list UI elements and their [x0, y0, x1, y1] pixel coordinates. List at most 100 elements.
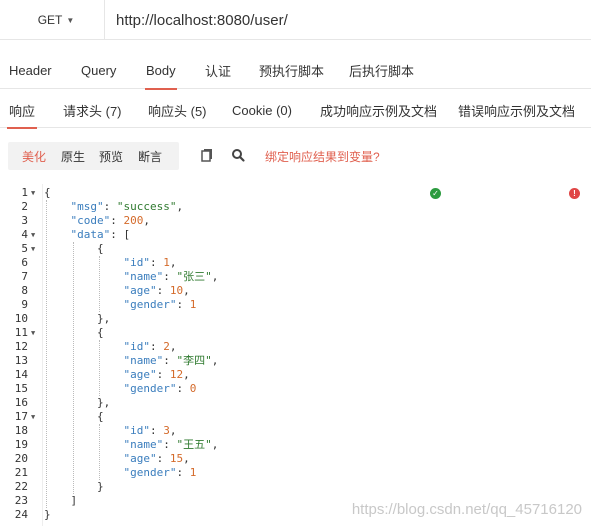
- json-key: "gender": [123, 382, 177, 395]
- code-text: "gender": 1: [124, 298, 197, 312]
- code-line: 12 "id": 2,: [0, 340, 591, 354]
- code-line: 11 ▼ {: [0, 326, 591, 340]
- line-number: 15: [14, 382, 28, 395]
- code-line: 18 "id": 3,: [0, 424, 591, 438]
- view-assert-button[interactable]: 断言: [138, 142, 162, 170]
- copy-icon[interactable]: [199, 147, 215, 163]
- line-number: 2: [21, 200, 28, 213]
- fold-toggle-icon[interactable]: ▼: [31, 410, 35, 424]
- code-text: }: [44, 508, 51, 522]
- code-text: "id": 2,: [124, 340, 177, 354]
- indent-guide: [99, 340, 100, 396]
- response-body-editor[interactable]: https://blog.csdn.net/qq_45716120 1 ▼{2 "m…: [0, 184, 591, 526]
- json-key: "name": [123, 438, 164, 451]
- code-text: "gender": 0: [124, 382, 197, 396]
- fold-toggle-icon[interactable]: ▼: [31, 186, 35, 200]
- tab-response-headers[interactable]: 响应头 (5): [148, 92, 207, 128]
- json-string: "张三": [176, 270, 212, 283]
- json-key: "code": [70, 214, 111, 227]
- code-line: 3 "code": 200,: [0, 214, 591, 228]
- json-punctuation: :: [150, 340, 164, 353]
- json-punctuation: ,: [211, 354, 219, 367]
- line-number: 9: [21, 298, 28, 311]
- url-bar: GET ▼ http://localhost:8080/user/: [0, 0, 591, 40]
- indent-guide: [46, 200, 47, 508]
- line-number: 5: [21, 242, 28, 255]
- json-key: "id": [123, 424, 151, 437]
- json-key: "data": [70, 228, 111, 241]
- method-select[interactable]: GET ▼: [8, 0, 105, 40]
- json-punctuation: {: [97, 410, 104, 423]
- tab-body[interactable]: Body: [145, 52, 177, 90]
- code-text: "name": "张三",: [124, 270, 219, 284]
- json-punctuation: :: [176, 298, 190, 311]
- code-line: 13 "name": "李四",: [0, 354, 591, 368]
- bind-response-link[interactable]: 绑定响应结果到变量?: [265, 140, 380, 172]
- view-raw-button[interactable]: 原生: [61, 142, 85, 170]
- url-input[interactable]: http://localhost:8080/user/: [116, 0, 288, 40]
- json-punctuation: ,: [183, 452, 190, 465]
- view-preview-button[interactable]: 预览: [99, 142, 123, 170]
- json-punctuation: :: [103, 200, 117, 213]
- json-punctuation: ,: [169, 340, 177, 353]
- json-number: 1: [189, 298, 197, 311]
- json-punctuation: ,: [169, 424, 177, 437]
- line-number: 7: [21, 270, 28, 283]
- code-text: "id": 3,: [124, 424, 177, 438]
- json-punctuation: :: [156, 284, 170, 297]
- code-text: "msg": "success",: [71, 200, 184, 214]
- fold-toggle-icon[interactable]: ▼: [31, 326, 35, 340]
- line-number: 4: [21, 228, 28, 241]
- code-text: "age": 12,: [124, 368, 190, 382]
- json-number: 200: [123, 214, 144, 227]
- tab-query[interactable]: Query: [81, 52, 116, 89]
- tab-request-headers[interactable]: 请求头 (7): [63, 92, 122, 128]
- json-punctuation: {: [44, 186, 51, 199]
- search-icon[interactable]: [230, 147, 246, 163]
- code-text: },: [97, 396, 110, 410]
- json-number: 10: [169, 284, 184, 297]
- code-line: 2 "msg": "success",: [0, 200, 591, 214]
- json-number: 1: [189, 466, 197, 479]
- tab-pre-script[interactable]: 预执行脚本: [259, 52, 324, 89]
- line-number: 11: [14, 326, 28, 339]
- tab-response[interactable]: 响应: [6, 92, 38, 129]
- response-toolbar: 美化 原生 预览 断言 绑定响应结果到变量?: [0, 140, 591, 172]
- json-key: "id": [123, 256, 151, 269]
- json-punctuation: },: [97, 396, 111, 409]
- code-line: 1 ▼ {: [0, 186, 591, 200]
- code-line: 4 ▼ "data": [: [0, 228, 591, 242]
- json-punctuation: ,: [183, 284, 190, 297]
- fold-toggle-icon[interactable]: ▼: [31, 242, 35, 256]
- json-number: 3: [163, 424, 170, 437]
- request-tabs: Header Query Body 认证 预执行脚本 后执行脚本: [0, 52, 591, 90]
- json-key: "name": [123, 270, 164, 283]
- json-punctuation: {: [97, 242, 104, 255]
- tab-post-script[interactable]: 后执行脚本: [349, 52, 414, 89]
- code-line: 15 "gender": 0: [0, 382, 591, 396]
- tab-cookie[interactable]: Cookie (0): [232, 92, 292, 128]
- code-line: 7 "name": "张三",: [0, 270, 591, 284]
- line-number: 19: [14, 438, 28, 451]
- json-punctuation: : [: [110, 228, 131, 241]
- json-punctuation: :: [176, 466, 190, 479]
- line-number: 8: [21, 284, 28, 297]
- indent-guide: [72, 242, 74, 494]
- tab-auth[interactable]: 认证: [205, 52, 231, 89]
- tab-success-example[interactable]: 成功响应示例及文档: [320, 92, 437, 128]
- code-text: {: [97, 410, 104, 424]
- json-punctuation: ,: [169, 256, 177, 269]
- json-punctuation: :: [163, 354, 177, 367]
- line-number: 17: [14, 410, 28, 423]
- code-line: 17 ▼ {: [0, 410, 591, 424]
- json-punctuation: ]: [70, 494, 78, 507]
- line-number: 3: [21, 214, 28, 227]
- view-pretty-button[interactable]: 美化: [22, 142, 46, 170]
- view-mode-group: 美化 原生 预览 断言: [8, 142, 179, 170]
- tab-header[interactable]: Header: [9, 52, 52, 89]
- fold-toggle-icon[interactable]: ▼: [31, 228, 35, 242]
- json-punctuation: :: [163, 270, 177, 283]
- code-text: "age": 15,: [124, 452, 190, 466]
- code-line: 10},: [0, 312, 591, 326]
- tab-error-example[interactable]: 错误响应示例及文档: [458, 92, 575, 128]
